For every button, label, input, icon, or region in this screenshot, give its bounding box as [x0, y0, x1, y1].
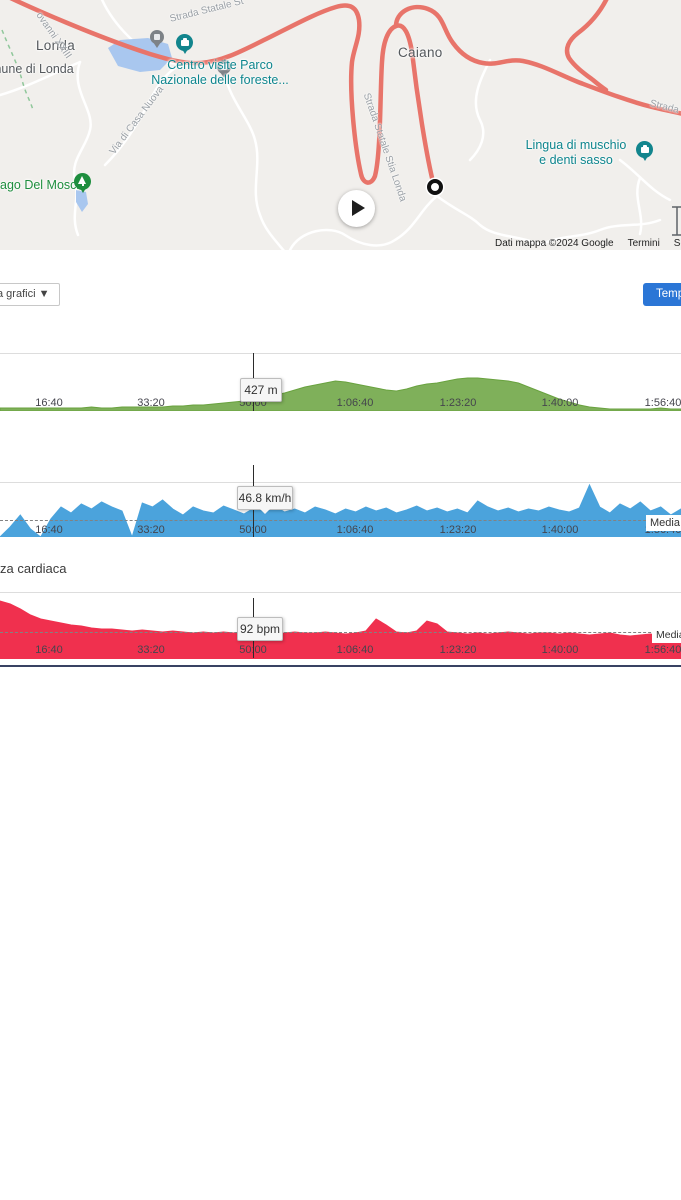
axis-tick-label: 1:23:20: [440, 397, 477, 409]
tooltip-pointer-icon: [260, 509, 270, 514]
section-divider: [0, 665, 681, 667]
speed-tooltip: 46.8 km/h: [237, 486, 293, 510]
heartrate-chart-title: za cardiaca: [0, 561, 66, 576]
axis-tick-label: 1:06:40: [337, 524, 374, 536]
axis-tick-label: 33:20: [137, 397, 165, 409]
axis-tick-label: 1:23:20: [440, 524, 477, 536]
poi-label-comune-di-londa: mune di Londa: [0, 62, 74, 77]
poi-label-centro-visite: Centro visite Parco Nazionale delle fore…: [140, 58, 300, 88]
activity-analysis-page: Londa Caiano mune di Londa Centro visite…: [0, 0, 681, 1200]
axis-tick-label: 1:40:00: [542, 397, 579, 409]
map-data-credit: Dati mappa ©2024 Google: [495, 238, 614, 249]
speed-average-label: Media:: [646, 515, 681, 531]
speed-average-line: [0, 520, 681, 521]
axis-tick-label: 1:56:40: [645, 644, 681, 656]
axis-tick-label: 1:23:20: [440, 644, 477, 656]
tempo-toggle-button[interactable]: Tempo: [643, 283, 681, 306]
axis-tick-label: 33:20: [137, 524, 165, 536]
report-error-link[interactable]: Segnala un: [674, 238, 681, 249]
axis-tick-label: 1:06:40: [337, 397, 374, 409]
charts-dropdown-button[interactable]: a grafici ▼: [0, 283, 60, 306]
axis-tick-label: 1:40:00: [542, 524, 579, 536]
axis-tick-label: 1:40:00: [542, 644, 579, 656]
axis-tick-label: 33:20: [137, 644, 165, 656]
play-button[interactable]: [338, 190, 375, 227]
play-icon: [352, 200, 365, 216]
terms-link[interactable]: Termini: [628, 238, 660, 249]
pond: [76, 190, 88, 212]
elevation-tooltip: 427 m: [240, 378, 282, 402]
route-map[interactable]: Londa Caiano mune di Londa Centro visite…: [0, 0, 681, 250]
axis-tick-label: 16:40: [35, 644, 63, 656]
heartrate-average-label: Media: [652, 627, 681, 643]
axis-tick-label: 16:40: [35, 524, 63, 536]
map-attribution: Dati mappa ©2024 Google Termini Segnala un: [495, 238, 681, 249]
axis-tick-label: 16:40: [35, 397, 63, 409]
axis-tick-label: 1:56:40: [645, 397, 681, 409]
heartrate-tooltip: 92 bpm: [237, 617, 283, 641]
heartrate-average-line: [0, 632, 681, 633]
map-scale-icon: [672, 207, 681, 235]
tree-poi-icon[interactable]: [74, 173, 91, 190]
camera-poi-icon[interactable]: [636, 141, 653, 158]
route-position-marker: [427, 179, 443, 195]
axis-tick-label: 1:06:40: [337, 644, 374, 656]
camera-poi-icon[interactable]: [176, 34, 193, 51]
town-label-caiano: Caiano: [398, 45, 443, 60]
poi-pin-icon[interactable]: [150, 30, 164, 44]
poi-label-lingua-di-muschio: Lingua di muschio e denti sasso: [520, 138, 632, 168]
